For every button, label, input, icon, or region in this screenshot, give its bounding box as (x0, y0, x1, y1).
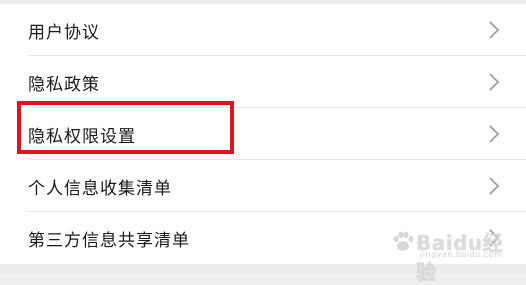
menu-item-privacy-permission-settings[interactable]: 隐私权限设置 (0, 108, 526, 160)
menu-item-third-party-sharing-list[interactable]: 第三方信息共享清单 (0, 212, 526, 264)
menu-item-user-agreement[interactable]: 用户协议 (0, 4, 526, 56)
settings-menu-list: 用户协议 隐私政策 隐私权限设置 个人信息收集清单 第三方信息共享清单 (0, 4, 526, 264)
chevron-right-icon (489, 21, 500, 39)
menu-item-label: 隐私政策 (28, 74, 100, 95)
menu-item-label: 个人信息收集清单 (28, 178, 172, 199)
menu-item-label: 隐私权限设置 (28, 126, 136, 147)
bottom-divider-strip (0, 264, 526, 273)
menu-item-label: 第三方信息共享清单 (28, 230, 190, 251)
chevron-right-icon (489, 73, 500, 91)
chevron-right-icon (489, 125, 500, 143)
chevron-right-icon (489, 229, 500, 247)
menu-item-label: 用户协议 (28, 22, 100, 43)
chevron-right-icon (489, 177, 500, 195)
menu-item-personal-info-collection-list[interactable]: 个人信息收集清单 (0, 160, 526, 212)
menu-item-privacy-policy[interactable]: 隐私政策 (0, 56, 526, 108)
